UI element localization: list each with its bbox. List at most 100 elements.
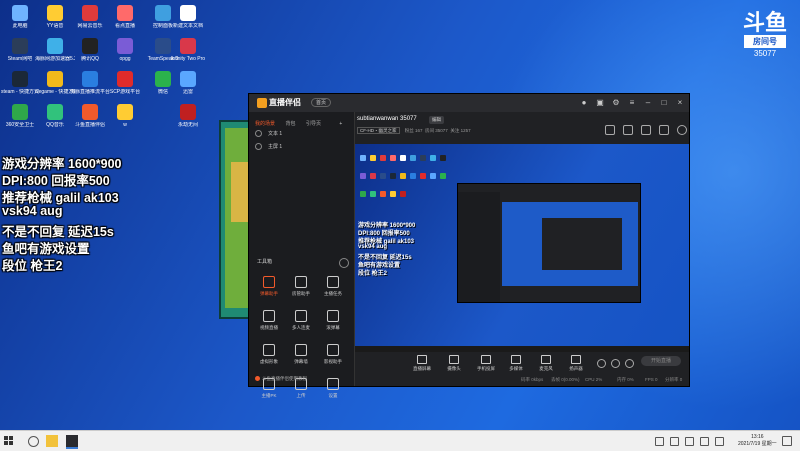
tv-icon[interactable] bbox=[659, 125, 669, 135]
desktop-icon[interactable]: 腾讯QQ bbox=[70, 38, 110, 72]
desktop-icon[interactable]: 海豚网游加速器5.2 bbox=[35, 38, 75, 72]
overlay-line: 段位 枪王2 bbox=[2, 259, 63, 273]
mic-toggle-icon[interactable] bbox=[611, 359, 620, 368]
tray-chevron-icon[interactable] bbox=[655, 437, 664, 446]
source-button-label: 扬声器 bbox=[569, 366, 583, 371]
tool-task[interactable]: 主播任务 bbox=[317, 274, 349, 308]
file-explorer-icon[interactable] bbox=[46, 435, 58, 447]
volume-icon[interactable] bbox=[685, 437, 694, 446]
desktop-icon[interactable]: 永劫无间 bbox=[168, 104, 208, 138]
preview-app-icon bbox=[400, 155, 406, 161]
desktop-icon[interactable]: YY语音 bbox=[35, 5, 75, 39]
desktop-icon-label: QQ音乐 bbox=[46, 122, 64, 128]
desktop-icon-label: 微信 bbox=[157, 89, 168, 95]
stream-preview[interactable]: 游戏分辨率 1600*900 DPI:800 回报率500 推荐枪械 galil a… bbox=[355, 144, 689, 352]
maximize-icon[interactable]: □ bbox=[659, 98, 669, 108]
app-icon bbox=[47, 71, 63, 87]
avatar-icon[interactable]: ● bbox=[579, 98, 589, 108]
desktop-icon-label: Steam网吧 bbox=[7, 56, 33, 62]
tool-admin[interactable]: 房管助手 bbox=[285, 274, 317, 308]
desktop-icon[interactable]: SCP游戏平台 bbox=[105, 71, 145, 105]
desktop-icon-label: opgg bbox=[119, 56, 131, 62]
scene-item[interactable]: 主屏 1 bbox=[255, 143, 354, 152]
source-button[interactable]: 扬声器 bbox=[561, 354, 591, 372]
tool-scroll[interactable]: 滚弹幕 bbox=[317, 308, 349, 342]
start-button[interactable] bbox=[4, 436, 14, 446]
tab-guide[interactable]: 引导页 bbox=[306, 120, 321, 127]
desktop-icon[interactable]: steam - 快捷方式 bbox=[0, 71, 40, 105]
category-badge[interactable]: CF-HD・幽灵之家 bbox=[357, 127, 400, 134]
layout-icon[interactable] bbox=[641, 125, 651, 135]
preview-app-icon bbox=[440, 155, 446, 161]
close-icon[interactable]: × bbox=[675, 98, 685, 108]
gift-icon[interactable]: ▣ bbox=[595, 98, 605, 108]
douyu-taskbar-icon[interactable] bbox=[66, 435, 78, 449]
source-button-label: 麦克风 bbox=[539, 366, 553, 371]
desktop-icon[interactable]: wegame - 快捷方式 bbox=[35, 71, 75, 105]
desktop-icon[interactable]: 斗鱼直播伴侣 bbox=[70, 104, 110, 138]
toolbox-settings-icon[interactable] bbox=[339, 258, 349, 268]
streaming-app-window[interactable]: 直播伴侣 首页 ● ▣ ⚙ ≡ – □ × 我的场景 背包 引导页 + 文本 1… bbox=[248, 93, 690, 398]
desktop-icon[interactable]: 看点直播 bbox=[105, 5, 145, 39]
scene-item[interactable]: 文本 1 bbox=[255, 130, 354, 139]
status-item: CPU 2% bbox=[585, 377, 603, 382]
gear-icon[interactable] bbox=[625, 359, 634, 368]
tutorial-icon bbox=[255, 376, 260, 382]
status-item: FPS 0 bbox=[645, 377, 658, 382]
tool-video[interactable]: 视频直播 bbox=[253, 308, 285, 342]
source-button[interactable]: 多媒体 bbox=[501, 354, 531, 372]
tool-wall[interactable]: 弹幕墙 bbox=[285, 342, 317, 376]
desktop-icon[interactable]: 控制面板 bbox=[143, 5, 183, 39]
desktop-icon[interactable]: 海豚直播推流平台 bbox=[70, 71, 110, 105]
input-method-icon[interactable] bbox=[700, 437, 709, 446]
desktop-icon-label: 腾讯QQ bbox=[81, 56, 99, 62]
home-button[interactable]: 首页 bbox=[311, 98, 332, 107]
notification-icon[interactable] bbox=[782, 436, 792, 446]
tutorial-link[interactable]: 斗鱼直播伴侣使用教程 bbox=[255, 376, 307, 382]
clock-time: 13:16 bbox=[751, 434, 764, 440]
language-icon[interactable] bbox=[715, 437, 724, 446]
desktop-icon[interactable]: QQ音乐 bbox=[35, 104, 75, 138]
preview-app-icon bbox=[390, 155, 396, 161]
desktop-icon[interactable]: w bbox=[105, 104, 145, 138]
tab-scenes[interactable]: 我的场景 bbox=[255, 120, 275, 127]
source-button[interactable]: 摄像头 bbox=[439, 354, 469, 372]
tool-settings[interactable]: 设置 bbox=[317, 376, 349, 410]
source-button[interactable]: 麦克风 bbox=[531, 354, 561, 372]
clock[interactable]: 13:16 2021/7/19 星期一 bbox=[738, 434, 777, 448]
network-icon[interactable] bbox=[670, 437, 679, 446]
tool-avatar[interactable]: 虚拟形象 bbox=[253, 342, 285, 376]
tool-link[interactable]: 多人连麦 bbox=[285, 308, 317, 342]
tool-movie[interactable]: 影视助手 bbox=[317, 342, 349, 376]
preview-app-icon bbox=[430, 155, 436, 161]
tool-danmu[interactable]: 弹幕助手 bbox=[253, 274, 285, 308]
source-button[interactable]: 直播屏幕 bbox=[407, 354, 437, 372]
desktop-icon-label: 看点直播 bbox=[114, 23, 135, 29]
desktop-icon[interactable]: TeamSpeak 3 bbox=[143, 38, 183, 72]
add-scene-icon[interactable]: + bbox=[339, 121, 342, 127]
lock-icon[interactable] bbox=[623, 125, 633, 135]
share-icon[interactable] bbox=[677, 125, 687, 135]
desktop-icon[interactable]: 微信 bbox=[143, 71, 183, 105]
tab-backpack[interactable]: 背包 bbox=[285, 120, 295, 127]
desktop-icon[interactable]: 此电脑 bbox=[0, 5, 40, 39]
minimize-icon[interactable]: – bbox=[643, 98, 653, 108]
menu-icon[interactable]: ≡ bbox=[627, 98, 637, 108]
search-icon[interactable] bbox=[28, 436, 39, 447]
source-button[interactable]: 手机投屏 bbox=[471, 354, 501, 372]
settings-icon[interactable]: ⚙ bbox=[611, 98, 621, 108]
edit-button[interactable]: 编辑 bbox=[429, 116, 444, 124]
desktop-icon[interactable]: 网易云音乐 bbox=[70, 5, 110, 39]
desktop-icon[interactable]: Steam网吧 bbox=[0, 38, 40, 72]
desktop-icon[interactable]: 360安全卫士 bbox=[0, 104, 40, 138]
record-icon[interactable] bbox=[605, 125, 615, 135]
desktop-icon[interactable]: opgg bbox=[105, 38, 145, 72]
visibility-icon[interactable] bbox=[255, 143, 262, 151]
desktop-icon-label: 此电脑 bbox=[12, 23, 28, 29]
preview-app-icon bbox=[410, 173, 416, 179]
visibility-icon[interactable] bbox=[255, 130, 262, 138]
title-bar[interactable]: 直播伴侣 首页 ● ▣ ⚙ ≡ – □ × bbox=[249, 94, 689, 112]
camera-toggle-icon[interactable] bbox=[597, 359, 606, 368]
desktop-icon-label: SCP游戏平台 bbox=[109, 89, 141, 95]
start-live-button[interactable]: 开始直播 bbox=[641, 356, 681, 366]
